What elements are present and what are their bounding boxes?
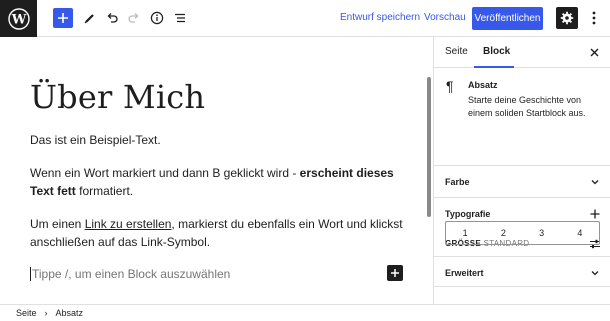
redo-icon [128, 13, 139, 23]
empty-block-placeholder[interactable]: Tippe /, um einen Block auszuwählen [30, 267, 230, 281]
chevron-down-icon [591, 271, 599, 276]
tab-page[interactable]: Seite [445, 46, 468, 57]
chevron-down-icon [591, 180, 599, 185]
svg-text:W: W [10, 12, 26, 27]
top-toolbar: W Entwurf speichern Vorschau Veröffentli… [0, 0, 610, 37]
paragraph-text: Wenn ein Wort markiert und dann B geklic… [30, 166, 300, 180]
paragraph-block[interactable]: Um einen Link zu erstellen, markierst du… [30, 215, 410, 251]
tools-button[interactable] [80, 8, 100, 28]
breadcrumb: Seite › Absatz [0, 304, 610, 321]
add-block-button[interactable] [53, 8, 73, 28]
paragraph-icon: ¶ [446, 78, 454, 94]
details-button[interactable] [147, 8, 167, 28]
chevron-right-icon: › [44, 308, 48, 318]
link-text[interactable]: Link zu erstellen [85, 217, 172, 231]
page-title[interactable]: Über Mich [30, 78, 205, 116]
editor-scrollbar[interactable] [427, 77, 431, 217]
paragraph-text: Um einen [30, 217, 85, 231]
info-icon [150, 11, 164, 25]
color-panel[interactable]: Farbe [434, 166, 610, 198]
gear-icon [560, 11, 574, 25]
preview-button[interactable]: Vorschau [424, 12, 466, 23]
plus-icon [391, 269, 399, 277]
font-size-option[interactable]: 3 [523, 222, 561, 244]
paragraph-block[interactable]: Das ist ein Beispiel-Text. [30, 131, 410, 149]
advanced-panel[interactable]: Erweitert [434, 257, 610, 287]
undo-icon [107, 13, 118, 23]
panel-title: Farbe [445, 177, 470, 187]
list-view-icon [175, 13, 185, 23]
plus-icon[interactable] [589, 208, 601, 220]
block-name: Absatz [468, 80, 498, 90]
plus-icon [58, 13, 68, 23]
pencil-icon [84, 14, 94, 24]
settings-sidebar: Seite Block ¶ Absatz Starte deine Geschi… [433, 37, 610, 304]
options-button[interactable] [584, 8, 604, 28]
font-size-option[interactable]: 4 [561, 222, 599, 244]
settings-button[interactable] [556, 7, 578, 29]
panel-title: Erweitert [445, 268, 484, 278]
breadcrumb-item-page[interactable]: Seite [16, 308, 37, 318]
breadcrumb-item-paragraph[interactable]: Absatz [56, 308, 84, 318]
font-size-option[interactable]: 2 [484, 222, 522, 244]
publish-button[interactable]: Veröffentlichen [472, 7, 543, 30]
save-draft-button[interactable]: Entwurf speichern [340, 12, 420, 23]
undo-button[interactable] [102, 8, 122, 28]
paragraph-block[interactable]: Wenn ein Wort markiert und dann B geklic… [30, 164, 410, 200]
sidebar-tabs: Seite Block [434, 37, 610, 68]
editor-canvas: Über Mich Das ist ein Beispiel-Text. Wen… [0, 37, 433, 304]
list-view-button[interactable] [170, 8, 190, 28]
more-vertical-icon [592, 11, 596, 25]
redo-button[interactable] [124, 8, 144, 28]
font-size-option[interactable]: 1 [446, 222, 484, 244]
wordpress-logo-button[interactable]: W [0, 0, 37, 37]
wordpress-icon: W [7, 7, 30, 30]
paragraph-text: formatiert. [75, 184, 134, 198]
close-icon [590, 48, 598, 56]
inline-add-block-button[interactable] [387, 265, 403, 281]
font-size-picker: 1 2 3 4 [445, 221, 600, 245]
panel-title: Typografie [445, 209, 491, 219]
block-card: ¶ Absatz Starte deine Geschichte von ein… [434, 68, 610, 166]
close-sidebar-button[interactable] [586, 44, 602, 60]
tab-block[interactable]: Block [483, 46, 510, 57]
block-description: Starte deine Geschichte von einem solide… [468, 95, 586, 118]
